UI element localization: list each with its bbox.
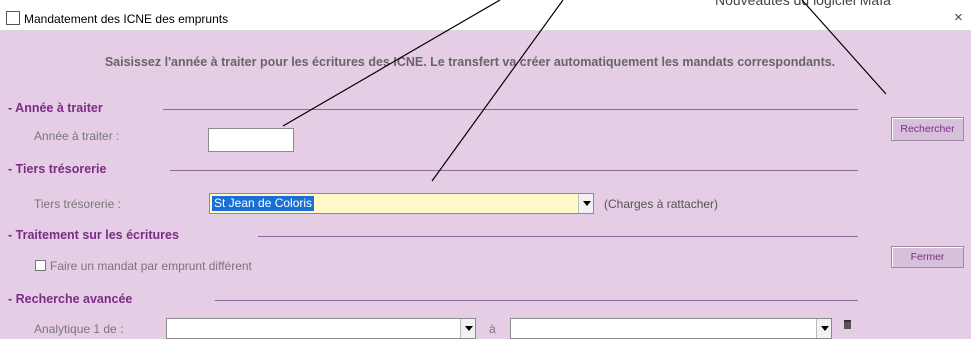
section-title-recherche: - Recherche avancée: [8, 292, 133, 306]
section-title-tiers: - Tiers trésorerie: [8, 162, 107, 176]
chevron-down-icon[interactable]: [460, 319, 475, 338]
tiers-dropdown[interactable]: St Jean de Coloris: [209, 193, 594, 214]
section-divider: [163, 109, 858, 110]
analytique-to-dropdown[interactable]: [510, 318, 832, 339]
fermer-button[interactable]: Fermer: [891, 246, 964, 268]
section-divider: [170, 170, 858, 171]
instruction-text: Saisissez l'année à traiter pour les écr…: [104, 55, 836, 69]
close-icon[interactable]: ×: [954, 9, 963, 26]
tiers-selected-value: St Jean de Coloris: [212, 196, 315, 211]
background-app-title: Nouveautés du logiciel Maïa: [715, 0, 891, 8]
chevron-down-icon[interactable]: [816, 319, 831, 338]
tiers-note: (Charges à rattacher): [604, 197, 719, 211]
annee-input[interactable]: [208, 128, 294, 152]
annee-label: Année à traiter :: [34, 129, 120, 143]
trash-icon[interactable]: [844, 320, 851, 329]
section-title-annee: - Année à traiter: [8, 101, 103, 115]
section-title-traitement: - Traitement sur les écritures: [8, 228, 179, 242]
tiers-label: Tiers trésorerie :: [34, 197, 121, 211]
analytique-from-dropdown[interactable]: [166, 318, 476, 339]
window-title: Mandatement des ICNE des emprunts: [24, 12, 229, 26]
emprunt-checkbox-label: Faire un mandat par emprunt différent: [50, 259, 252, 273]
section-divider: [215, 300, 858, 301]
app-icon: [6, 11, 20, 25]
emprunt-checkbox[interactable]: [35, 260, 46, 271]
chevron-down-icon[interactable]: [578, 194, 593, 213]
rechercher-button[interactable]: Rechercher: [891, 117, 964, 141]
background-app-strip: Nouveautés du logiciel Maïa: [0, 0, 971, 8]
annotation-arrows: [282, 0, 887, 182]
section-divider: [258, 236, 858, 237]
